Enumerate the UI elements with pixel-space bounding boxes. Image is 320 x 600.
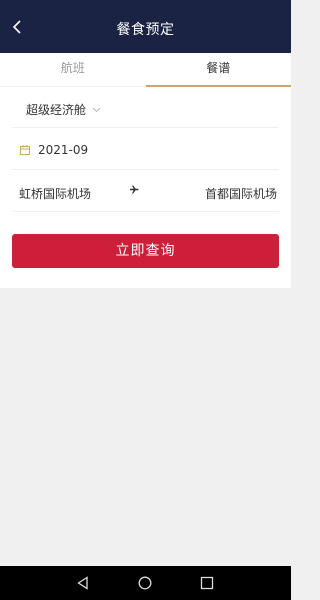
date-row: 2021-09 bbox=[12, 129, 279, 170]
header-bar: 餐食预定 bbox=[0, 0, 291, 53]
nav-recent-icon[interactable] bbox=[199, 575, 215, 591]
chevron-down-icon bbox=[92, 107, 101, 113]
cabin-row: 超级经济舱 bbox=[12, 87, 279, 128]
nav-back-icon[interactable] bbox=[75, 575, 91, 591]
cabin-select[interactable]: 超级经济舱 bbox=[26, 101, 101, 118]
destination-airport[interactable]: 首都国际机场 bbox=[205, 185, 277, 202]
cabin-value: 超级经济舱 bbox=[26, 103, 87, 117]
calendar-icon bbox=[20, 145, 30, 155]
date-picker[interactable]: 2021-09 bbox=[20, 143, 88, 157]
date-value: 2021-09 bbox=[38, 143, 89, 157]
tab-menu[interactable]: 餐谱 bbox=[145, 53, 292, 87]
page-title: 餐食预定 bbox=[116, 22, 175, 38]
tab-flight[interactable]: 航班 bbox=[0, 53, 146, 86]
system-nav-bar bbox=[0, 566, 291, 600]
search-button[interactable]: 立即查询 bbox=[12, 234, 279, 268]
route-row: 虹桥国际机场 首都国际机场 bbox=[12, 171, 279, 212]
airplane-icon bbox=[130, 185, 139, 194]
app-screen: 餐食预定 航班 餐谱 超级经济舱 2021-09 虹桥国际机场 首都国际机场 立… bbox=[0, 0, 291, 600]
tab-bar: 航班 餐谱 bbox=[0, 53, 291, 87]
nav-home-icon[interactable] bbox=[137, 575, 153, 591]
query-form: 超级经济舱 2021-09 虹桥国际机场 首都国际机场 立即查询 bbox=[0, 87, 291, 288]
origin-airport[interactable]: 虹桥国际机场 bbox=[19, 185, 91, 202]
